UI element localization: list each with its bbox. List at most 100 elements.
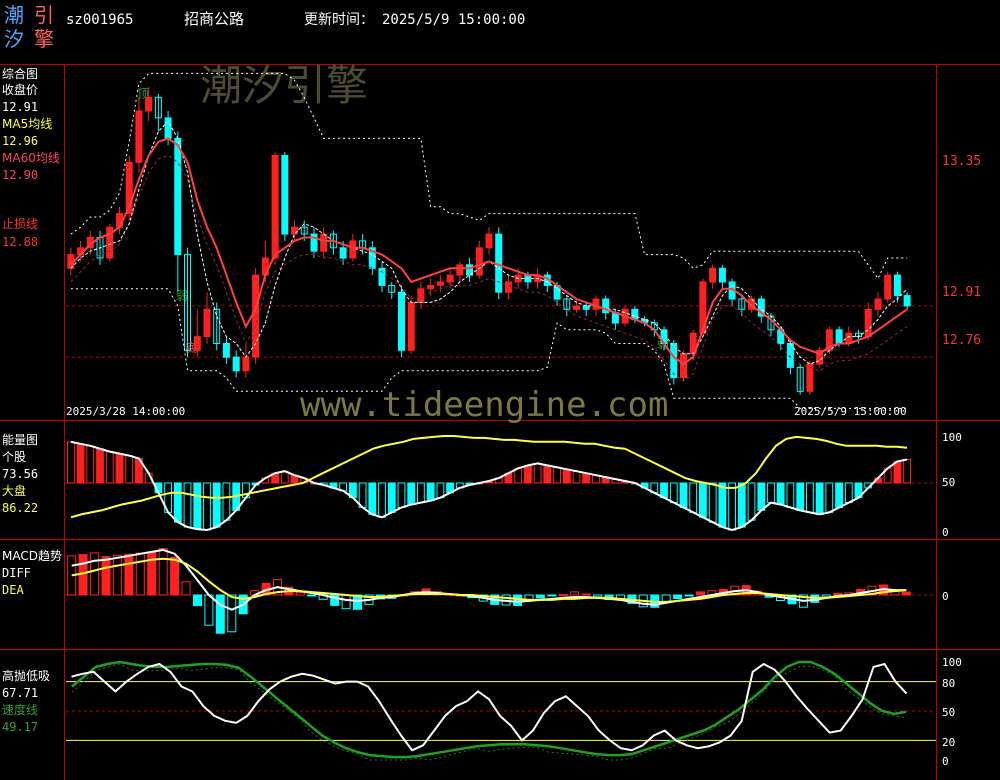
- energy-stock-value: 73.56: [2, 467, 38, 481]
- macd-bar: [158, 548, 168, 596]
- energy-bar: [796, 482, 805, 511]
- energy-bar: [825, 482, 834, 513]
- stock-name: 招商公路: [184, 10, 244, 28]
- energy-tick-50: 50: [942, 476, 955, 489]
- candle-body: [573, 305, 580, 310]
- ma5-label: MA5均线: [2, 117, 52, 131]
- energy-bar: [86, 445, 95, 484]
- logo-char-2: 引: [34, 3, 54, 27]
- energy-bar: [679, 482, 688, 508]
- energy-market-value: 86.22: [2, 501, 38, 515]
- logo-char-1: 潮: [4, 3, 24, 27]
- candle-body: [281, 155, 289, 235]
- candle-body: [504, 281, 512, 293]
- candle-body: [378, 267, 386, 286]
- candle-body: [864, 308, 872, 338]
- macd-bar: [295, 592, 305, 596]
- energy-bar: [553, 466, 562, 484]
- ma60-value: 12.90: [2, 168, 38, 182]
- price-tick-2: 12.91: [942, 285, 981, 300]
- ma60-label: MA60均线: [2, 151, 60, 165]
- energy-bar: [96, 448, 104, 484]
- macd-bar: [696, 591, 705, 596]
- energy-bar: [786, 482, 795, 508]
- kdj-title: 高抛低吸: [2, 668, 50, 683]
- energy-bar: [572, 470, 581, 484]
- stop-label: 止损线: [2, 217, 38, 231]
- macd-tick-0: 0: [942, 590, 949, 603]
- kdj-tick-100: 100: [942, 656, 962, 669]
- macd-bar: [215, 594, 225, 634]
- energy-bar: [368, 482, 377, 515]
- energy-bar: [815, 482, 824, 515]
- candle-body: [271, 155, 279, 259]
- candle-body: [446, 274, 454, 283]
- energy-title: 能量图: [2, 433, 38, 447]
- energy-bar: [417, 482, 425, 504]
- watermark-url: www.tideengine.com: [300, 385, 668, 425]
- macd-legend: MACD趋势 DIFF DEA: [2, 549, 62, 597]
- macd-bar: [193, 594, 202, 607]
- candle-body: [222, 343, 230, 358]
- energy-bar: [747, 482, 756, 521]
- candle-body: [398, 291, 405, 351]
- energy-bar: [767, 482, 775, 504]
- macd-bar: [170, 556, 180, 596]
- macd-bar: [90, 552, 100, 596]
- watermark-cn: 潮汐引擎: [200, 61, 368, 110]
- energy-market-label: 大盘: [2, 483, 26, 498]
- kdj-speed-label: 速度线: [2, 702, 38, 717]
- candle-body: [193, 336, 201, 351]
- energy-bar: [387, 482, 396, 513]
- kdj-tick-50: 50: [942, 706, 955, 719]
- energy-bar: [844, 482, 853, 504]
- macd-title: MACD趋势: [2, 549, 62, 563]
- stock-code: sz001965: [66, 12, 133, 28]
- kdj-tick-0: 0: [942, 755, 949, 768]
- candle-body: [718, 267, 726, 283]
- candle-body: [320, 233, 328, 252]
- macd-bar: [101, 556, 111, 596]
- macd-bar: [901, 591, 911, 596]
- energy-bar: [397, 482, 406, 508]
- candle-body: [874, 298, 882, 310]
- candle-body: [145, 96, 153, 112]
- stop-value: 12.88: [2, 235, 38, 249]
- candle-body: [485, 233, 493, 249]
- energy-bar: [212, 482, 221, 528]
- energy-bar: [699, 482, 707, 518]
- energy-bar: [378, 482, 386, 518]
- macd-bar: [307, 594, 317, 597]
- macd-bar: [547, 594, 557, 597]
- close-value: 12.91: [2, 100, 38, 114]
- main-title: 综合图: [2, 66, 38, 81]
- logo: 潮 引 汐 擎: [4, 3, 54, 51]
- candle-body: [252, 274, 260, 358]
- candle-body: [135, 110, 143, 163]
- energy-bar: [203, 482, 211, 531]
- kdj-main-line: [71, 662, 908, 752]
- candle-body: [174, 137, 182, 256]
- ma5-value: 12.96: [2, 134, 38, 148]
- candle-body: [456, 264, 464, 276]
- candle-body: [680, 353, 687, 379]
- candle-body: [436, 281, 444, 286]
- macd-bar: [570, 591, 580, 596]
- macd-bar: [124, 553, 134, 596]
- macd-bar: [558, 594, 568, 597]
- energy-bar: [893, 460, 902, 484]
- macd-bar: [135, 552, 145, 596]
- energy-bar: [728, 482, 737, 531]
- energy-bar: [125, 455, 134, 484]
- macd-bar: [673, 594, 683, 599]
- macd-bar: [112, 554, 122, 596]
- energy-bar: [105, 451, 114, 484]
- candle-body: [407, 301, 415, 351]
- energy-bar: [757, 482, 766, 511]
- kdj-legend: 高抛低吸 67.71 速度线 49.17: [2, 668, 50, 734]
- energy-bar: [718, 482, 727, 528]
- macd-bar: [513, 594, 523, 607]
- energy-bar: [426, 482, 435, 502]
- energy-bar: [562, 468, 571, 484]
- energy-bar: [708, 482, 717, 523]
